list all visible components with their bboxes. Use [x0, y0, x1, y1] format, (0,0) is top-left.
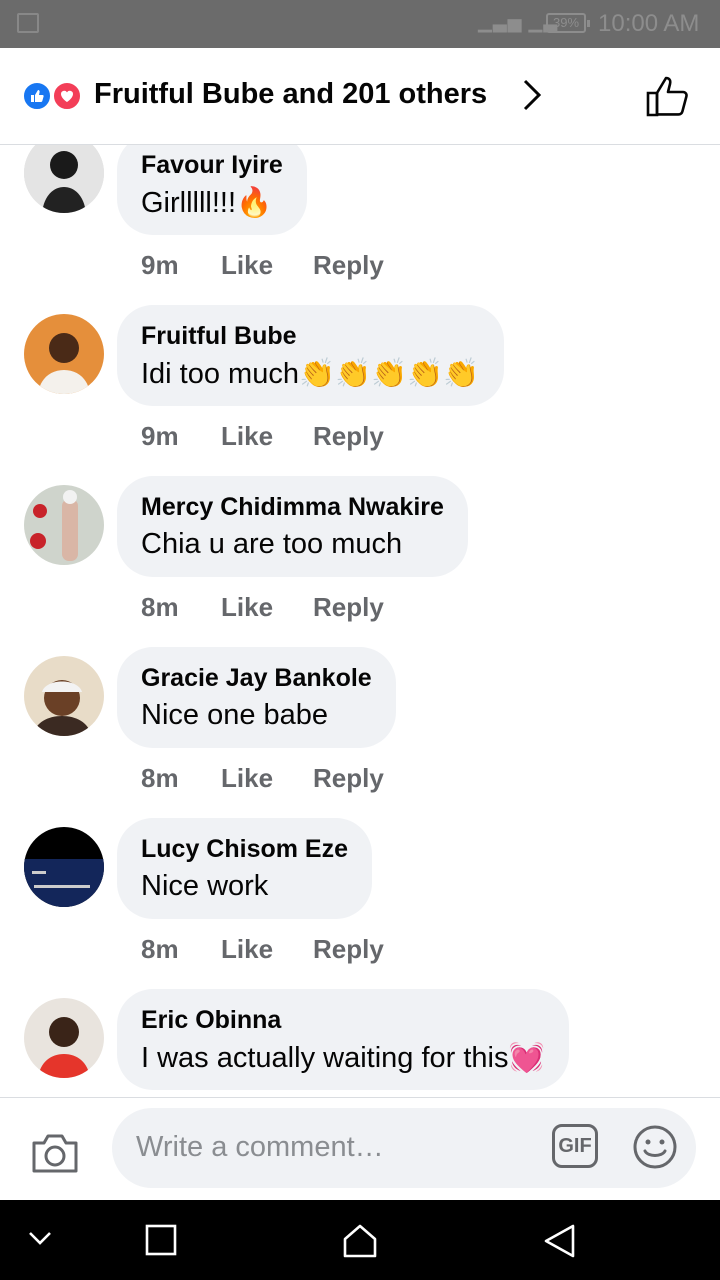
- avatar[interactable]: [24, 827, 104, 907]
- comment-author[interactable]: Gracie Jay Bankole: [141, 664, 372, 693]
- comment-time: 8m: [141, 592, 179, 622]
- camera-icon[interactable]: [30, 1131, 80, 1175]
- recents-icon[interactable]: [145, 1224, 177, 1256]
- comment-author[interactable]: Eric Obinna: [141, 1006, 545, 1035]
- comment-item: Favour Iyire Girlllll!!!🔥 9m Like Reply: [0, 145, 720, 314]
- image-notification-icon: [17, 13, 39, 33]
- comment-bubble[interactable]: Mercy Chidimma Nwakire Chia u are too mu…: [117, 476, 468, 577]
- comment-time: 9m: [141, 421, 179, 451]
- comment-composer: Write a comment… GIF: [0, 1097, 720, 1200]
- comment-actions: 8m Like Reply: [141, 934, 384, 965]
- comment-text: I was actually waiting for this💓: [141, 1042, 545, 1074]
- comment-bubble[interactable]: Fruitful Bube Idi too much👏👏👏👏👏: [117, 305, 504, 406]
- like-link[interactable]: Like: [221, 250, 313, 281]
- comments-sheet: Fruitful Bube and 201 others Favour Iyir…: [0, 48, 720, 1200]
- system-navigation-bar: [0, 1200, 720, 1280]
- chevron-down-icon[interactable]: [28, 1230, 52, 1246]
- comment-actions: 9m Like Reply: [141, 421, 384, 452]
- like-icon: [22, 81, 52, 111]
- like-link[interactable]: Like: [221, 592, 313, 623]
- avatar[interactable]: [24, 314, 104, 394]
- comment-author[interactable]: Mercy Chidimma Nwakire: [141, 493, 444, 522]
- gif-button[interactable]: GIF: [552, 1124, 598, 1168]
- comment-text: Chia u are too much: [141, 528, 403, 560]
- like-link[interactable]: Like: [221, 934, 313, 965]
- comment-author[interactable]: Favour Iyire: [141, 151, 283, 180]
- status-bar: ▁▃▅ ▁▃ 39% 10:00 AM: [0, 0, 720, 48]
- comment-bubble[interactable]: Lucy Chisom Eze Nice work: [117, 818, 372, 919]
- avatar[interactable]: [24, 145, 104, 213]
- home-icon[interactable]: [342, 1224, 378, 1258]
- comment-text: Girlllll!!!🔥: [141, 187, 273, 219]
- comment-text: Nice one babe: [141, 699, 329, 731]
- comment-time: 9m: [141, 250, 179, 280]
- love-icon: [52, 81, 82, 111]
- comment-item: Fruitful Bube Idi too much👏👏👏👏👏 9m Like Re…: [0, 305, 720, 485]
- comment-item: Mercy Chidimma Nwakire Chia u are too mu…: [0, 476, 720, 656]
- comment-list[interactable]: Favour Iyire Girlllll!!!🔥 9m Like Reply Fr…: [0, 145, 720, 1095]
- comment-actions: 8m Like Reply: [141, 763, 384, 794]
- like-button[interactable]: [645, 74, 691, 118]
- comment-input[interactable]: Write a comment… GIF: [112, 1108, 696, 1188]
- avatar[interactable]: [24, 485, 104, 565]
- comment-text: Nice work: [141, 870, 269, 902]
- clock: 10:00 AM: [598, 10, 700, 37]
- reply-link[interactable]: Reply: [313, 250, 384, 281]
- reply-link[interactable]: Reply: [313, 934, 384, 965]
- reactions-header[interactable]: Fruitful Bube and 201 others: [0, 48, 720, 145]
- comment-bubble[interactable]: Eric Obinna I was actually waiting for t…: [117, 989, 569, 1090]
- comment-actions: 9m Like Reply: [141, 250, 384, 281]
- comment-input-placeholder[interactable]: Write a comment…: [136, 1131, 384, 1164]
- comment-item: Gracie Jay Bankole Nice one babe 8m Like R…: [0, 647, 720, 827]
- reply-link[interactable]: Reply: [313, 763, 384, 794]
- comment-text: Idi too much👏👏👏👏👏: [141, 358, 480, 390]
- avatar[interactable]: [24, 998, 104, 1078]
- comment-author[interactable]: Fruitful Bube: [141, 322, 480, 351]
- like-link[interactable]: Like: [221, 421, 313, 452]
- comment-bubble[interactable]: Gracie Jay Bankole Nice one babe: [117, 647, 396, 748]
- comment-author[interactable]: Lucy Chisom Eze: [141, 835, 348, 864]
- avatar[interactable]: [24, 656, 104, 736]
- comment-time: 8m: [141, 763, 179, 793]
- back-icon[interactable]: [543, 1224, 577, 1258]
- reactions-summary[interactable]: Fruitful Bube and 201 others: [94, 78, 487, 111]
- comment-time: 8m: [141, 934, 179, 964]
- chevron-right-icon[interactable]: [520, 78, 544, 112]
- emoji-icon[interactable]: [632, 1124, 678, 1170]
- battery-level: 39%: [552, 15, 580, 30]
- comment-item: Eric Obinna I was actually waiting for t…: [0, 989, 720, 1095]
- reply-link[interactable]: Reply: [313, 592, 384, 623]
- comment-actions: 8m Like Reply: [141, 592, 384, 623]
- comment-bubble[interactable]: Favour Iyire Girlllll!!!🔥: [117, 145, 307, 235]
- battery-icon: 39%: [546, 13, 590, 33]
- like-link[interactable]: Like: [221, 763, 313, 794]
- reply-link[interactable]: Reply: [313, 421, 384, 452]
- comment-item: Lucy Chisom Eze Nice work 8m Like Reply: [0, 818, 720, 998]
